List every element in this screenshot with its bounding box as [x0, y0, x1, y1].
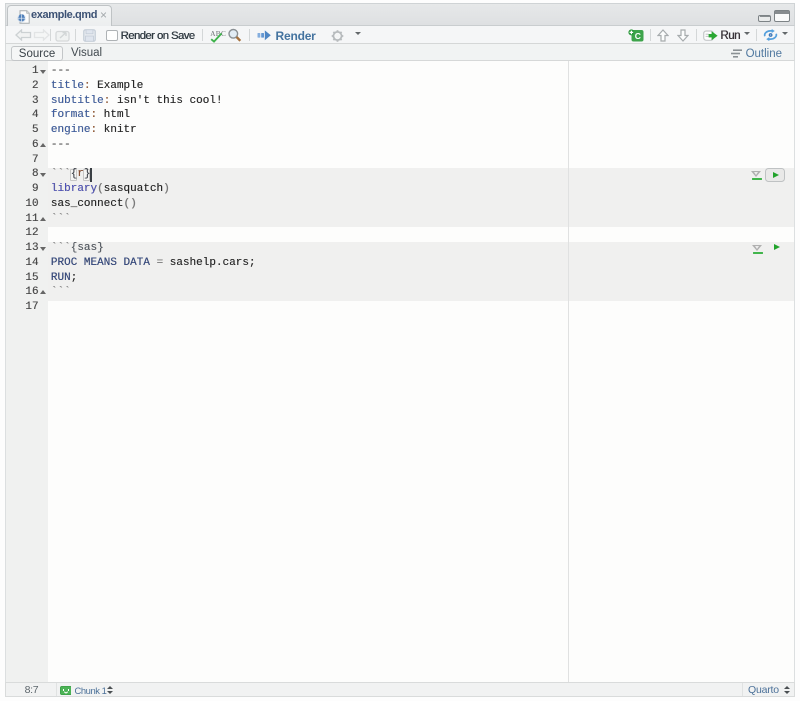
svg-text:C: C [635, 31, 641, 41]
